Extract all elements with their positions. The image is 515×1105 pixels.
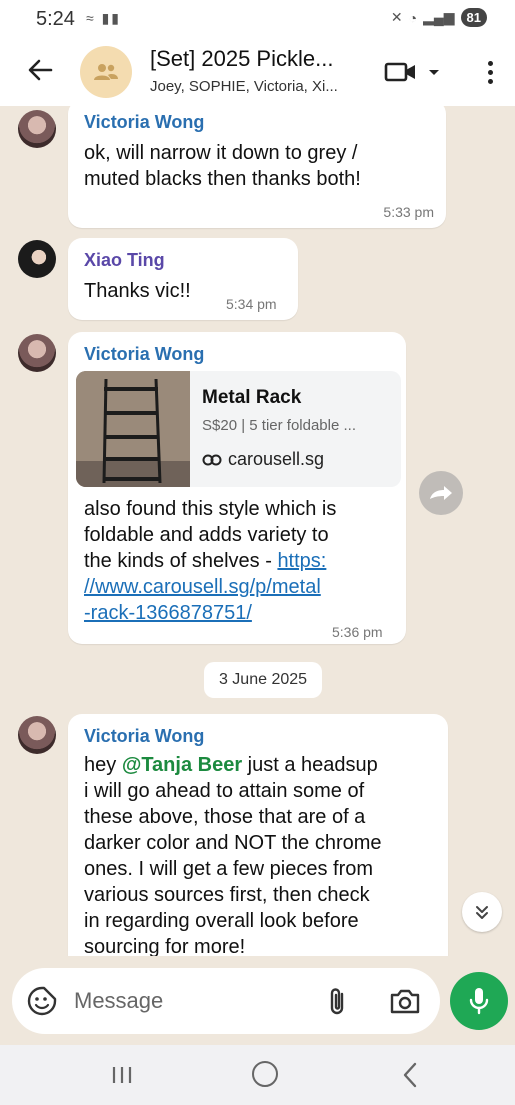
forward-button[interactable] <box>419 471 463 515</box>
microphone-icon <box>469 988 489 1015</box>
message-line: the kinds of shelves - https: <box>84 548 394 574</box>
avatar[interactable] <box>18 716 56 754</box>
message-text: ok, will narrow it down to grey / muted … <box>84 140 361 192</box>
message-time: 5:33 pm <box>383 204 434 220</box>
double-chevron-down-icon <box>476 906 488 919</box>
message-line: hey @Tanja Beer just a headsup <box>84 752 434 778</box>
message-link[interactable]: -rack-1366878751/ <box>84 600 394 626</box>
recent-apps-button[interactable] <box>110 1063 134 1087</box>
home-button[interactable] <box>252 1061 278 1087</box>
system-back-button[interactable] <box>398 1061 422 1089</box>
system-icons: ✕ ◔ ▂▄▆ 81 <box>391 8 487 27</box>
chat-header: [Set] 2025 Pickle... Joey, SOPHIE, Victo… <box>0 38 515 106</box>
message-line: also found this style which is <box>84 498 337 520</box>
scroll-to-bottom-button[interactable] <box>462 892 502 932</box>
paperclip-icon <box>330 988 344 1015</box>
message-bubble[interactable]: Victoria Wong ok, will narrow it down to… <box>68 106 446 228</box>
chat-members[interactable]: Joey, SOPHIE, Victoria, Xi... <box>150 78 338 95</box>
message-line: Thanks vic!! <box>84 280 191 302</box>
message-line: various sources first, then check <box>84 884 370 906</box>
link-preview-domain: carousell.sg <box>202 449 324 470</box>
group-avatar[interactable] <box>80 46 132 98</box>
voice-message-button[interactable] <box>450 972 508 1030</box>
avatar[interactable] <box>18 334 56 372</box>
link-domain-text: carousell.sg <box>228 449 325 469</box>
battery-indicator: 81 <box>460 8 487 27</box>
menu-dot <box>487 60 493 66</box>
message-link[interactable]: https: <box>277 550 326 572</box>
message-sender[interactable]: Victoria Wong <box>84 112 204 133</box>
attach-button[interactable] <box>326 986 350 1016</box>
avatar[interactable] <box>18 110 56 148</box>
recents-icon <box>112 1067 132 1083</box>
camera-button[interactable] <box>388 986 422 1016</box>
date-separator: 3 June 2025 <box>204 662 322 698</box>
sticker-button[interactable] <box>26 985 58 1017</box>
status-bar: 5:24 ≈ ▮▮ ✕ ◔ ▂▄▆ 81 <box>0 0 515 38</box>
message-line: these above, those that are of a <box>84 806 366 828</box>
camera-icon <box>390 989 420 1014</box>
message-text: hey @Tanja Beer just a headsup i will go… <box>84 752 434 956</box>
message-bubble[interactable]: Victoria Wong hey @Tanja Beer just a hea… <box>68 714 448 956</box>
forward-icon <box>430 486 452 500</box>
message-line: i will go ahead to attain some of <box>84 780 365 802</box>
link-preview-title: Metal Rack <box>202 387 302 408</box>
message-line: in regarding overall look before <box>84 910 359 932</box>
notification-icons: ≈ ▮▮ <box>86 10 121 26</box>
chat-title[interactable]: [Set] 2025 Pickle... <box>150 46 333 72</box>
avatar[interactable] <box>18 240 56 278</box>
system-navigation-bar <box>0 1045 515 1105</box>
group-icon <box>94 64 118 80</box>
link-preview-description: S$20 | 5 tier foldable ... <box>202 417 356 434</box>
message-input[interactable] <box>74 980 314 1022</box>
message-link[interactable]: //www.carousell.sg/p/metal <box>84 574 394 600</box>
message-text: also found this style which is foldable … <box>84 496 394 626</box>
message-line: darker color and NOT the chrome <box>84 832 382 854</box>
message-line-text: the kinds of shelves - <box>84 550 278 572</box>
menu-dot <box>487 78 493 84</box>
message-text: Thanks vic!! <box>84 278 191 304</box>
link-icon <box>202 454 222 465</box>
message-time: 5:34 pm <box>226 296 277 312</box>
message-bubble[interactable]: Xiao Ting Thanks vic!! 5:34 pm <box>68 238 298 320</box>
metal-rack-image <box>76 371 190 487</box>
status-time: 5:24 <box>36 8 75 30</box>
message-line: ok, will narrow it down to grey / <box>84 142 358 164</box>
signal-icon: ▂▄▆ <box>423 9 455 25</box>
mute-icon: ✕ <box>390 9 403 25</box>
link-preview-thumbnail <box>76 371 190 487</box>
chat-area[interactable]: Victoria Wong ok, will narrow it down to… <box>0 106 515 956</box>
link-preview-card[interactable]: Metal Rack S$20 | 5 tier foldable ... ca… <box>76 371 401 487</box>
message-line: sourcing for more! <box>84 936 246 956</box>
message-sender[interactable]: Victoria Wong <box>84 344 204 365</box>
message-line-text: hey <box>84 754 122 776</box>
message-line-text: just a headsup <box>242 754 378 776</box>
back-chevron-icon <box>403 1062 417 1088</box>
video-camera-icon <box>384 62 415 82</box>
message-composer <box>12 968 440 1034</box>
menu-dot <box>487 69 493 75</box>
back-button[interactable] <box>22 52 58 88</box>
overflow-menu-button[interactable] <box>478 54 502 90</box>
message-sender[interactable]: Xiao Ting <box>84 250 165 271</box>
message-line: foldable and adds variety to <box>84 524 329 546</box>
sticker-icon <box>27 986 57 1016</box>
message-line: ones. I will get a few pieces from <box>84 858 374 880</box>
message-sender[interactable]: Victoria Wong <box>84 726 204 747</box>
chevron-down-icon <box>429 70 439 75</box>
message-time: 5:36 pm <box>332 624 383 640</box>
message-line: muted blacks then thanks both! <box>84 168 361 190</box>
mention[interactable]: @Tanja Beer <box>122 754 242 776</box>
video-call-button[interactable] <box>384 56 444 88</box>
wifi-icon: ◔ <box>408 9 418 26</box>
back-arrow-icon <box>28 59 53 81</box>
